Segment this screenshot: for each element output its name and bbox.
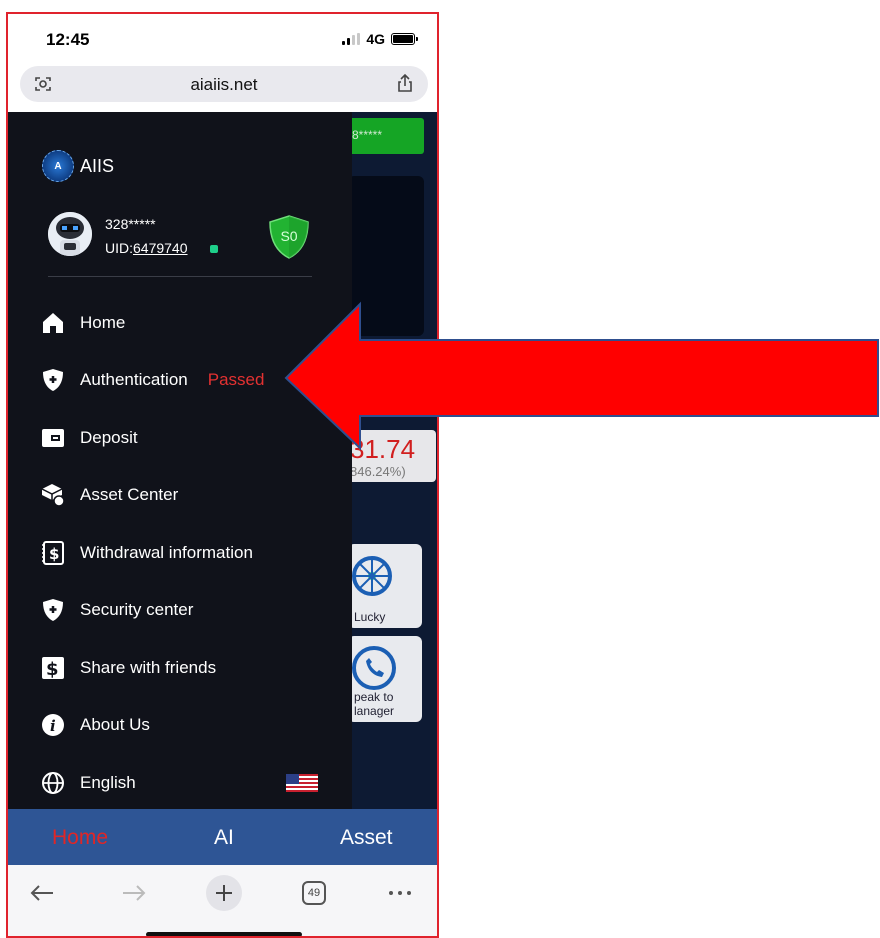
back-arrow-icon xyxy=(30,885,53,901)
info-icon: i xyxy=(40,712,66,738)
profile-divider xyxy=(48,276,312,277)
wheel-icon xyxy=(352,556,392,596)
menu-item-label: Home xyxy=(80,313,126,332)
menu-item-label: English xyxy=(80,773,136,792)
new-tab-button[interactable] xyxy=(206,875,242,911)
menu-item-label: About Us xyxy=(80,715,150,734)
battery-icon xyxy=(391,33,418,45)
menu-item-withdrawal-information[interactable]: $ Withdrawal information xyxy=(40,535,330,571)
nav-asset[interactable]: Asset xyxy=(340,826,393,850)
forward-button[interactable] xyxy=(116,875,152,911)
menu-item-label: Authentication xyxy=(80,370,188,389)
status-time: 12:45 xyxy=(46,30,90,49)
speak-label: peak to lanager xyxy=(354,690,395,718)
share-icon[interactable] xyxy=(396,73,414,93)
us-flag-icon[interactable] xyxy=(286,774,318,792)
tabs-button[interactable]: 49 xyxy=(296,875,332,911)
more-dots-icon xyxy=(389,891,411,895)
menu-item-label: Asset Center xyxy=(80,485,179,504)
brand-logo-icon: A xyxy=(42,150,74,182)
svg-text:i: i xyxy=(50,717,56,735)
menu-item-label: Share with friends xyxy=(80,658,217,677)
copy-uid-icon[interactable] xyxy=(210,245,218,253)
svg-text:$: $ xyxy=(49,545,59,563)
menu-item-label: Security center xyxy=(80,600,194,619)
speak-manager-tile[interactable]: peak to lanager xyxy=(348,636,422,722)
forward-arrow-icon xyxy=(123,885,146,901)
shield-icon xyxy=(40,367,66,393)
bottom-nav: Home AI Asset xyxy=(8,809,437,865)
url-text[interactable]: aiaiis.net xyxy=(20,75,428,95)
uid-value: 6479740 xyxy=(133,240,188,256)
menu-item-asset-center[interactable]: Asset Center xyxy=(40,477,330,513)
signal-icon xyxy=(342,33,361,45)
security-level-badge: S0 xyxy=(266,214,312,260)
annotation-arrow-icon xyxy=(284,301,879,451)
asset-cube-icon xyxy=(40,482,66,508)
svg-text:$: $ xyxy=(46,659,59,680)
user-profile: 328***** UID:6479740 S0 xyxy=(48,212,312,274)
browser-toolbar: 49 xyxy=(8,865,437,936)
wallet-icon xyxy=(40,425,66,451)
security-level: S0 xyxy=(280,228,298,244)
user-uid: UID:6479740 xyxy=(105,240,188,256)
side-drawer: A AIIS 328***** UID:6479740 S0 Home Auth… xyxy=(8,112,352,809)
price-change: 846.24%) xyxy=(350,464,406,479)
phone-screenshot-frame: 12:45 4G aiaiis.net 8***** 31.74 846.24%… xyxy=(6,12,439,938)
back-button[interactable] xyxy=(24,875,60,911)
network-type: 4G xyxy=(366,31,385,47)
address-bar[interactable]: aiaiis.net xyxy=(20,66,428,102)
authentication-status: Passed xyxy=(207,370,265,389)
lucky-label: Lucky xyxy=(354,610,386,624)
robot-avatar-icon xyxy=(48,212,92,256)
whatsapp-icon xyxy=(352,646,396,690)
home-indicator xyxy=(146,932,302,936)
account-banner: 8***** xyxy=(348,118,424,154)
nav-ai[interactable]: AI xyxy=(214,826,234,850)
uid-label: UID: xyxy=(105,240,133,256)
avatar xyxy=(48,212,92,256)
tab-count: 49 xyxy=(302,881,326,905)
menu-item-about-us[interactable]: i About Us xyxy=(40,707,330,743)
plus-icon xyxy=(216,885,232,901)
home-icon xyxy=(40,310,66,336)
status-indicators: 4G xyxy=(342,31,418,47)
menu-item-share-with-friends[interactable]: $ Share with friends xyxy=(40,650,330,686)
brand-name: AIIS xyxy=(80,155,115,176)
user-name: 328***** xyxy=(105,216,156,232)
menu-item-label: Deposit xyxy=(80,428,138,447)
shield-plus-icon xyxy=(40,597,66,623)
more-button[interactable] xyxy=(382,875,418,911)
brand: A AIIS xyxy=(42,150,114,182)
dollar-share-icon: $ xyxy=(40,655,66,681)
menu-item-security-center[interactable]: Security center xyxy=(40,592,330,628)
menu-item-label: Withdrawal information xyxy=(80,543,253,562)
menu-item-language[interactable]: English xyxy=(40,765,330,801)
globe-icon xyxy=(40,770,66,796)
lucky-tile[interactable]: Lucky xyxy=(348,544,422,628)
status-bar: 12:45 4G xyxy=(8,14,437,64)
nav-home[interactable]: Home xyxy=(52,826,108,850)
dollar-document-icon: $ xyxy=(40,540,66,566)
